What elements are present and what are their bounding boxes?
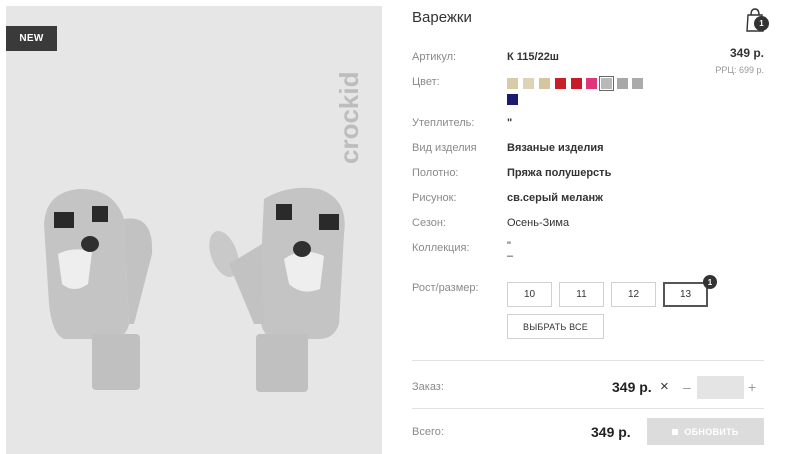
- size-option-12[interactable]: 12: [611, 282, 656, 307]
- divider-order: [412, 360, 764, 361]
- insulation-value: ": [507, 117, 513, 129]
- update-button[interactable]: ОБНОВИТЬ: [647, 418, 764, 445]
- fabric-label: Полотно:: [412, 167, 459, 179]
- product-title: Варежки: [412, 9, 472, 26]
- article-value: К 115/22ш: [507, 51, 559, 63]
- article-label: Артикул:: [412, 51, 457, 63]
- remove-icon[interactable]: ×: [660, 378, 669, 395]
- brand-logo-text: crockid: [336, 72, 364, 165]
- size-option-11[interactable]: 11: [559, 282, 604, 307]
- type-value: Вязаные изделия: [507, 142, 604, 154]
- season-label: Сезон:: [412, 217, 446, 229]
- cart-count-badge: 1: [754, 16, 769, 31]
- divider-total: [412, 408, 764, 409]
- color-swatch[interactable]: [571, 78, 582, 89]
- rrp-price: РРЦ: 699 р.: [715, 65, 764, 75]
- color-swatch[interactable]: [599, 76, 614, 91]
- collection-label: Коллекция:: [412, 242, 470, 254]
- color-swatch[interactable]: [539, 78, 550, 89]
- insulation-label: Утеплитель:: [412, 117, 475, 129]
- increase-quantity-button[interactable]: +: [748, 379, 756, 395]
- brand-logo: crockid: [336, 72, 364, 165]
- color-swatch[interactable]: [523, 78, 534, 89]
- pattern-value: св.серый меланж: [507, 192, 603, 204]
- new-badge: NEW: [6, 26, 57, 51]
- total-label: Всего:: [412, 426, 444, 438]
- size-option-13[interactable]: 13: [663, 282, 708, 307]
- product-photo-mittens: [44, 187, 345, 392]
- size-label: Рост/размер:: [412, 282, 479, 294]
- quantity-input[interactable]: [697, 376, 744, 399]
- select-all-button[interactable]: ВЫБРАТЬ ВСЕ: [507, 314, 604, 339]
- size-option-10[interactable]: 10: [507, 282, 552, 307]
- order-label: Заказ:: [412, 381, 444, 393]
- update-button-label: ОБНОВИТЬ: [684, 426, 739, 437]
- refresh-icon: [672, 428, 679, 435]
- product-price: 349 р.: [729, 46, 764, 60]
- pattern-label: Рисунок:: [412, 192, 457, 204]
- collection-value-dash: –: [507, 250, 514, 262]
- color-swatch[interactable]: [507, 78, 518, 89]
- total-price: 349 р.: [591, 424, 631, 440]
- size-selected-count-badge: 1: [703, 275, 717, 289]
- decrease-quantity-button[interactable]: –: [683, 379, 691, 395]
- type-label: Вид изделия: [412, 142, 477, 154]
- color-label: Цвет:: [412, 76, 440, 88]
- color-swatch[interactable]: [617, 78, 628, 89]
- product-image-panel: NEW crockid: [6, 6, 382, 454]
- fabric-value: Пряжа полушерсть: [507, 167, 612, 179]
- color-swatch[interactable]: [632, 78, 643, 89]
- color-swatch[interactable]: [586, 78, 597, 89]
- season-value: Осень-Зима: [507, 217, 570, 229]
- right-mitten: [209, 187, 345, 392]
- left-mitten: [44, 188, 153, 390]
- order-price: 349 р.: [612, 379, 652, 395]
- color-swatch[interactable]: [507, 94, 518, 105]
- color-swatch[interactable]: [555, 78, 566, 89]
